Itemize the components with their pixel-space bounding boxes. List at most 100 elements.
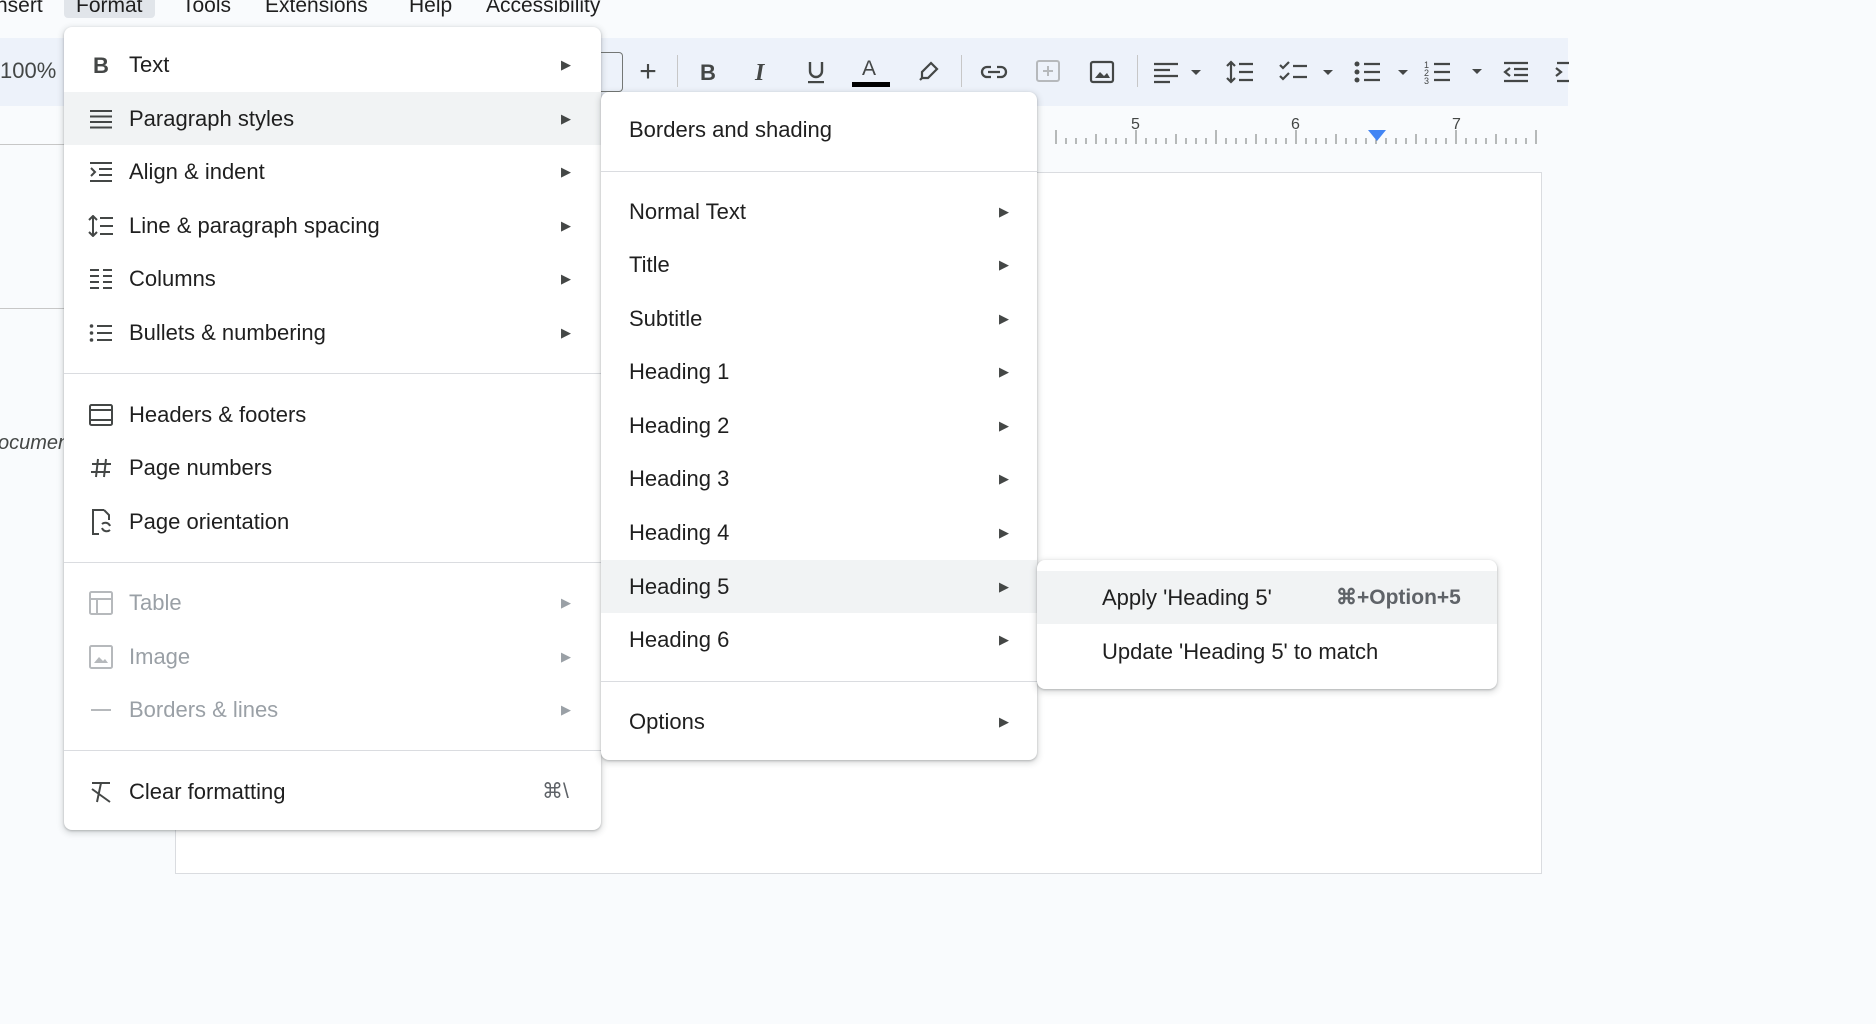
menu-help[interactable]: Help — [409, 0, 452, 18]
chevron-right-icon: ▶ — [999, 631, 1009, 647]
zoom-select[interactable]: 100% — [0, 58, 56, 84]
paragraph-styles-menu: Borders and shading Normal Text ▶ Title … — [601, 92, 1037, 760]
toolbar-divider — [677, 55, 678, 87]
menu-format[interactable]: Format — [64, 0, 155, 18]
list-icon — [88, 320, 114, 346]
menu-divider — [64, 750, 601, 751]
indent-icon — [88, 159, 114, 185]
chevron-right-icon: ▶ — [561, 110, 571, 126]
menu-item-heading-1[interactable]: Heading 1 ▶ — [601, 345, 1037, 398]
chevron-right-icon: ▶ — [561, 217, 571, 233]
chevron-right-icon: ▶ — [999, 713, 1009, 729]
chevron-right-icon: ▶ — [999, 363, 1009, 379]
menu-item-page-numbers[interactable]: Page numbers — [64, 441, 601, 494]
menu-item-bullets-numbering[interactable]: Bullets & numbering ▶ — [64, 306, 601, 359]
header-footer-icon — [88, 402, 114, 428]
hash-icon — [88, 455, 114, 481]
menu-item-page-orientation[interactable]: Page orientation — [64, 495, 601, 548]
menu-item-line-spacing[interactable]: Line & paragraph spacing ▶ — [64, 199, 601, 252]
clear-format-icon — [88, 779, 114, 805]
menu-extensions[interactable]: Extensions — [265, 0, 368, 18]
decrease-indent-icon[interactable] — [1500, 38, 1532, 106]
menu-divider — [64, 373, 601, 374]
menu-tools[interactable]: Tools — [182, 0, 231, 18]
numbered-list-icon[interactable]: 123 — [1424, 38, 1488, 106]
ruler-label: 5 — [1131, 116, 1140, 133]
align-icon[interactable] — [1150, 38, 1206, 106]
table-icon — [88, 590, 114, 616]
chevron-right-icon: ▶ — [561, 648, 571, 664]
chevron-right-icon: ▶ — [561, 56, 571, 72]
page-orientation-icon — [88, 508, 114, 535]
menu-item-title[interactable]: Title ▶ — [601, 238, 1037, 291]
menu-item-columns[interactable]: Columns ▶ — [64, 252, 601, 305]
indent-marker[interactable] — [1368, 130, 1386, 141]
chevron-right-icon: ▶ — [999, 578, 1009, 594]
menu-item-subtitle[interactable]: Subtitle ▶ — [601, 292, 1037, 345]
heading-5-menu: Apply 'Heading 5' ⌘+Option+5 Update 'Hea… — [1037, 560, 1497, 689]
add-comment-icon[interactable] — [1032, 38, 1064, 106]
chevron-right-icon: ▶ — [561, 594, 571, 610]
chevron-right-icon: ▶ — [561, 163, 571, 179]
bold-icon: B — [88, 52, 114, 78]
menu-item-apply-heading-5[interactable]: Apply 'Heading 5' ⌘+Option+5 — [1037, 571, 1497, 624]
paragraph-icon — [88, 106, 114, 132]
menu-item-options[interactable]: Options ▶ — [601, 695, 1037, 748]
menu-divider — [64, 562, 601, 563]
format-menu: B Text ▶ Paragraph styles ▶ Align & inde… — [64, 27, 601, 830]
toolbar-divider — [961, 55, 962, 87]
ruler-label: 7 — [1452, 116, 1461, 133]
chevron-right-icon: ▶ — [561, 270, 571, 286]
menu-divider — [601, 171, 1037, 172]
borders-icon — [88, 697, 114, 723]
menu-item-table[interactable]: Table ▶ — [64, 576, 601, 629]
shortcut-label: ⌘\ — [542, 780, 569, 803]
line-spacing-icon[interactable] — [1222, 38, 1258, 106]
checklist-icon[interactable] — [1278, 38, 1340, 106]
divider — [0, 144, 64, 145]
menu-item-update-heading-5[interactable]: Update 'Heading 5' to match — [1037, 625, 1497, 678]
bulleted-list-icon[interactable] — [1352, 38, 1416, 106]
document-outline-text: ocumen — [0, 432, 70, 454]
image-icon — [88, 644, 114, 670]
menu-item-text[interactable]: B Text ▶ — [64, 38, 601, 91]
menu-item-borders-shading[interactable]: Borders and shading — [601, 103, 1037, 156]
insert-image-icon[interactable] — [1086, 38, 1118, 106]
svg-text:I: I — [754, 61, 766, 83]
chevron-right-icon: ▶ — [999, 417, 1009, 433]
chevron-right-icon: ▶ — [999, 310, 1009, 326]
ruler-label: 6 — [1291, 116, 1300, 133]
svg-text:A: A — [862, 57, 876, 80]
menu-accessibility[interactable]: Accessibility — [486, 0, 600, 18]
svg-text:B: B — [93, 54, 109, 76]
menu-item-heading-4[interactable]: Heading 4 ▶ — [601, 506, 1037, 559]
shortcut-label: ⌘+Option+5 — [1336, 586, 1461, 609]
chevron-right-icon: ▶ — [999, 256, 1009, 272]
menu-item-clear-formatting[interactable]: Clear formatting ⌘\ — [64, 765, 601, 818]
divider — [0, 308, 64, 309]
ruler — [1055, 130, 1537, 144]
svg-text:B: B — [700, 61, 716, 83]
menu-item-image[interactable]: Image ▶ — [64, 630, 601, 683]
toolbar-divider — [1137, 55, 1138, 87]
columns-icon — [88, 266, 114, 292]
line-spacing-icon — [88, 213, 114, 239]
menu-divider — [601, 681, 1037, 682]
menu-item-borders-lines[interactable]: Borders & lines ▶ — [64, 683, 601, 736]
menu-item-heading-2[interactable]: Heading 2 ▶ — [601, 399, 1037, 452]
menu-item-heading-6[interactable]: Heading 6 ▶ — [601, 613, 1037, 666]
chevron-right-icon: ▶ — [999, 524, 1009, 540]
svg-text:3: 3 — [1424, 76, 1429, 85]
increase-indent-icon[interactable] — [1550, 38, 1570, 106]
menu-item-heading-3[interactable]: Heading 3 ▶ — [601, 452, 1037, 505]
menu-item-heading-5[interactable]: Heading 5 ▶ — [601, 560, 1037, 613]
menu-item-normal-text[interactable]: Normal Text ▶ — [601, 185, 1037, 238]
chevron-right-icon: ▶ — [999, 470, 1009, 486]
menu-item-paragraph-styles[interactable]: Paragraph styles ▶ — [64, 92, 601, 145]
menu-item-align-indent[interactable]: Align & indent ▶ — [64, 145, 601, 198]
menu-item-headers-footers[interactable]: Headers & footers — [64, 388, 601, 441]
chevron-right-icon: ▶ — [999, 203, 1009, 219]
menu-insert[interactable]: nsert — [0, 0, 43, 18]
chevron-right-icon: ▶ — [561, 701, 571, 717]
chevron-right-icon: ▶ — [561, 324, 571, 340]
